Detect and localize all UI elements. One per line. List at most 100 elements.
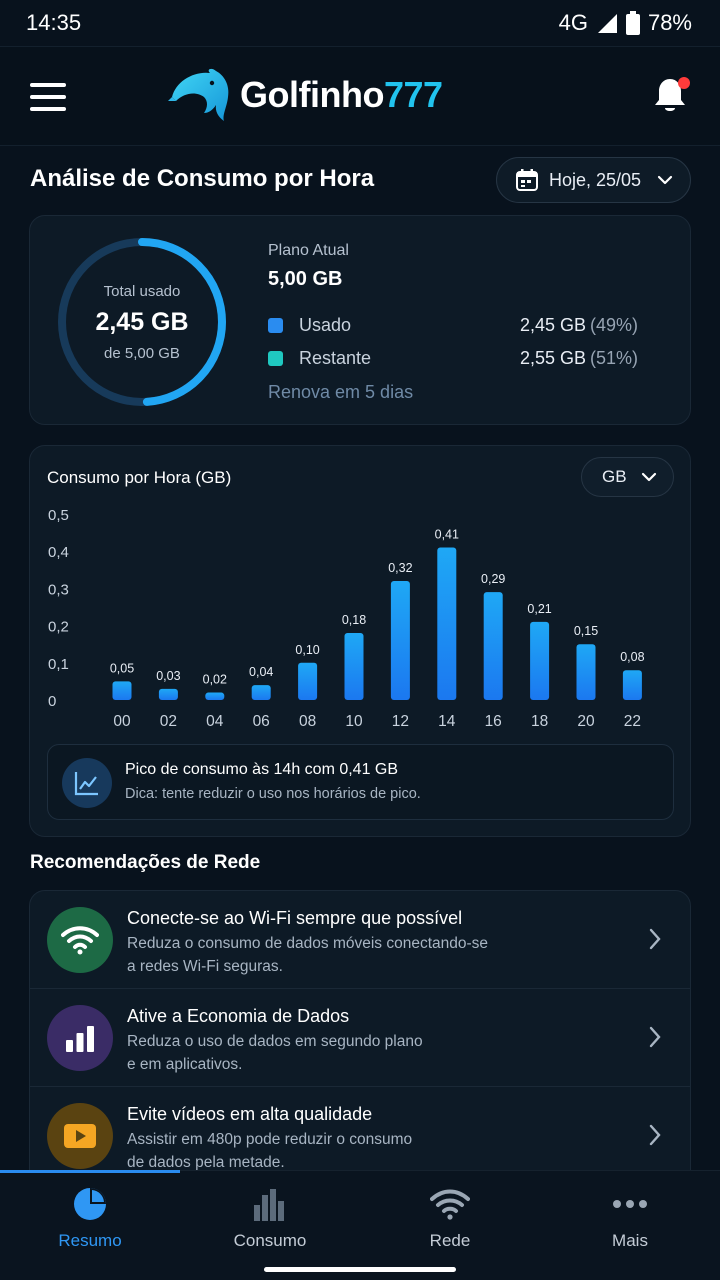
x-tick-label: 08: [299, 713, 316, 730]
bar-14: [437, 547, 457, 700]
unit-selector[interactable]: GB: [581, 457, 674, 497]
donut-center: Total usado 2,45 GB de 5,00 GB: [54, 234, 230, 410]
legend-remaining-label: Restante: [299, 347, 372, 368]
battery-icon: [625, 11, 640, 35]
rec-description: Assistir em 480p pode reduzir o consumo d…: [127, 1128, 547, 1174]
calendar-icon: [516, 169, 538, 191]
chart-title: Consumo por Hora (GB): [47, 468, 232, 487]
x-tick-label: 20: [577, 713, 595, 730]
recommendation-wifi[interactable]: Conecte-se ao Wi-Fi sempre que possível …: [30, 891, 690, 989]
bar-20: [576, 644, 596, 700]
hourly-chart-card: Consumo por Hora (GB) GB 0 0,1 0,2 0,3 0,4 0,…: [29, 445, 691, 837]
y-tick-label: 0,1: [48, 656, 69, 673]
renew-link[interactable]: Renova em 5 dias: [268, 382, 413, 403]
legend-used-percent: (49%): [589, 314, 638, 335]
bar-value-label: 0,41: [435, 527, 459, 541]
bar-chart-icon: [254, 1189, 284, 1221]
nav-label: Resumo: [58, 1231, 122, 1250]
date-selector[interactable]: Hoje, 25/05: [496, 157, 691, 203]
rec-icon-wrap: [47, 1103, 113, 1169]
nav-label: Rede: [429, 1231, 471, 1250]
brand-word: Golfinho: [240, 74, 384, 115]
insight-title: Pico de consumo às 14h com 0,41 GB: [125, 761, 399, 778]
nav-icon-wrap: [250, 1185, 290, 1223]
rec-icon-wrap: [47, 907, 113, 973]
bar-value-label: 0,08: [620, 650, 644, 664]
app-header: Golfinho777: [0, 46, 720, 146]
bar-00: [112, 681, 132, 700]
x-tick-label: 12: [392, 713, 409, 730]
x-tick-label: 22: [624, 713, 641, 730]
donut-value: 2,45 GB: [95, 307, 189, 336]
nav-rede[interactable]: Rede: [360, 1171, 540, 1271]
y-tick-label: 0,2: [48, 619, 69, 636]
y-tick-label: 0: [48, 693, 56, 710]
rec-desc-line: a redes Wi-Fi seguras.: [127, 958, 283, 975]
x-tick-label: 00: [113, 713, 131, 730]
bar-06: [251, 685, 271, 700]
donut-subtitle: de 5,00 GB: [104, 344, 180, 362]
bar-16: [483, 592, 503, 700]
bar-value-label: 0,32: [388, 561, 412, 575]
bar-08: [298, 662, 318, 700]
brand-number: 777: [383, 74, 443, 115]
rec-icon-wrap: [47, 1005, 113, 1071]
legend-used-value: 2,45 GB: [519, 314, 586, 335]
x-tick-label: 02: [160, 713, 177, 730]
legend-remaining-percent: (51%): [589, 347, 638, 368]
notifications-button[interactable]: [652, 77, 692, 117]
bar-value-label: 0,05: [110, 661, 134, 675]
legend-used-swatch: [268, 317, 283, 333]
chevron-down-icon: [657, 175, 673, 185]
peak-insight: Pico de consumo às 14h com 0,41 GB Dica:…: [47, 744, 674, 820]
x-tick-label: 06: [253, 713, 270, 730]
bar-value-label: 0,04: [249, 665, 273, 679]
home-indicator: [264, 1267, 456, 1272]
legend-remaining: Restante 2,55 GB (51%): [268, 346, 638, 370]
nav-resumo[interactable]: Resumo: [0, 1171, 180, 1271]
nav-label: Consumo: [233, 1231, 307, 1250]
legend-remaining-value: 2,55 GB: [519, 347, 586, 368]
nav-consumo[interactable]: Consumo: [180, 1171, 360, 1271]
menu-button[interactable]: [30, 83, 66, 111]
legend-used: Usado 2,45 GB (49%): [268, 313, 638, 337]
bar-value-label: 0,03: [156, 669, 180, 683]
bar-value-label: 0,15: [574, 624, 598, 638]
rec-title: Evite vídeos em alta qualidade: [127, 1104, 373, 1124]
x-tick-label: 10: [345, 713, 363, 730]
signal-icon: [597, 14, 617, 33]
bar-value-label: 0,02: [203, 673, 227, 687]
legend-used-label: Usado: [299, 314, 352, 335]
nav-mais[interactable]: Mais: [540, 1171, 720, 1271]
nav-icon-wrap: [430, 1185, 470, 1223]
y-tick-label: 0,4: [48, 544, 69, 561]
recommendations-title: Recomendações de Rede: [30, 852, 261, 873]
hourly-bar-chart: 0 0,1 0,2 0,3 0,4 0,5 0,05 00 0,03 02 0,02 04 0,04 06…: [48, 507, 645, 730]
x-tick-label: 18: [531, 713, 548, 730]
recommendation-data-saver[interactable]: Ative a Economia de Dados Reduza o uso d…: [30, 989, 690, 1087]
battery-percent: 78%: [647, 10, 692, 35]
bar-value-label: 0,10: [295, 643, 319, 657]
rec-title: Ative a Economia de Dados: [127, 1006, 350, 1026]
status-bar: 14:35 4G 78%: [0, 0, 720, 46]
brand-name: Golfinho777: [240, 74, 443, 116]
y-tick-label: 0,3: [48, 581, 69, 598]
trend-up-icon: [74, 772, 98, 796]
wifi-icon: [430, 1189, 470, 1220]
legend-remaining-swatch: [268, 350, 283, 366]
rec-title: Conecte-se ao Wi-Fi sempre que possível: [127, 908, 463, 928]
bar-value-label: 0,18: [342, 613, 366, 627]
rec-desc-line: Assistir em 480p pode reduzir o consumo: [127, 1131, 413, 1148]
x-tick-label: 16: [485, 713, 502, 730]
bar-10: [344, 633, 364, 700]
plan-label: Plano Atual: [268, 242, 349, 259]
y-tick-label: 0,5: [48, 507, 69, 524]
bar-value-label: 0,21: [527, 602, 551, 616]
plan-value: 5,00 GB: [268, 268, 343, 290]
chevron-down-icon: [641, 472, 656, 482]
nav-icon-wrap: [610, 1185, 650, 1223]
chevron-right-icon: [649, 928, 661, 950]
chevron-right-icon: [649, 1026, 661, 1048]
bar-02: [158, 688, 178, 700]
notification-badge: [678, 77, 690, 89]
